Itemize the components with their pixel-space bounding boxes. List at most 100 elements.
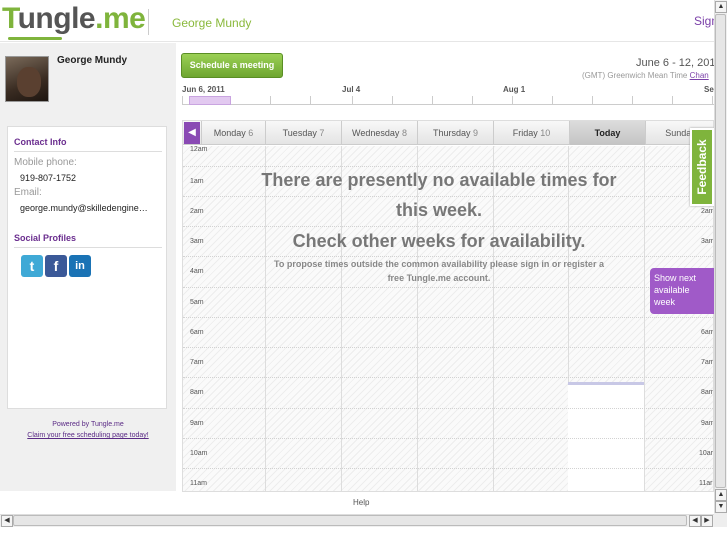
propose-times-message-line2: free Tungle.me account.: [387, 273, 491, 283]
profile-sidebar: George Mundy Contact Info Mobile phone: …: [0, 43, 176, 491]
powered-by-text[interactable]: Powered by Tungle.me: [0, 421, 176, 428]
scroll-up-button[interactable]: ▲: [715, 1, 727, 13]
hour-label: 9am: [190, 420, 204, 427]
hour-label-right: 8am: [701, 389, 714, 396]
timezone: (GMT) Greenwich Mean Time Chan: [582, 71, 709, 80]
day-header-friday: Friday 10: [493, 121, 569, 145]
day-number: 6: [248, 128, 254, 138]
timeline-tick: [632, 96, 633, 105]
day-name: Monday: [213, 128, 246, 138]
timeline-tick: [512, 96, 513, 105]
timeline-selected-week[interactable]: [189, 96, 231, 105]
logo-suffix: .me: [95, 2, 146, 35]
week-timeline[interactable]: Jun 6, 2011 Jul 4 Aug 1 Se: [182, 84, 714, 108]
timeline-tick: [472, 96, 473, 105]
day-number: 8: [401, 128, 407, 138]
hour-label: 1am: [190, 178, 204, 185]
hour-label-right: 10am: [699, 450, 713, 457]
timezone-change-link[interactable]: Chan: [690, 71, 709, 80]
day-name: Tuesday: [282, 128, 317, 138]
scroll-right-button[interactable]: ▶: [701, 515, 713, 527]
hour-label-right: 7am: [701, 359, 714, 366]
hour-label-right: 3am: [701, 238, 714, 245]
scroll-up-button[interactable]: ▲: [715, 489, 727, 501]
show-next-week-button[interactable]: Show next available week: [650, 268, 714, 314]
day-name: Today: [594, 128, 621, 138]
column-divider: [644, 146, 645, 491]
hour-label: 11am: [190, 480, 207, 487]
hour-line: [183, 226, 713, 227]
timeline-label: Aug 1: [503, 85, 526, 94]
feedback-label: Feedback: [695, 139, 709, 195]
logo-t: T: [2, 2, 18, 35]
day-number: 10: [540, 128, 551, 138]
column-divider: [417, 146, 418, 491]
header: Tungle.me George Mundy Sign: [0, 0, 718, 42]
contact-info-box: Contact Info Mobile phone: 919-807-1752 …: [7, 126, 167, 409]
day-header-wednesday: Wednesday 8: [341, 121, 417, 145]
day-header-today: Today: [569, 121, 645, 145]
day-name: Wednesday: [352, 128, 400, 138]
vertical-scroll-thumb[interactable]: [715, 14, 726, 488]
facebook-icon[interactable]: f: [45, 255, 67, 277]
hour-label: 2am: [190, 208, 204, 215]
timezone-text: (GMT) Greenwich Mean Time: [582, 71, 688, 80]
tungle-logo[interactable]: Tungle.me: [2, 2, 146, 36]
header-user-name: George Mundy: [172, 16, 252, 30]
timeline-label: Jun 6, 2011: [182, 85, 225, 94]
hour-label: 8am: [190, 389, 204, 396]
hour-label: 4am: [190, 268, 204, 275]
hour-line: [183, 287, 713, 288]
social-profiles-title: Social Profiles: [14, 233, 77, 243]
divider: [14, 151, 162, 152]
timeline-tick: [592, 96, 593, 105]
claim-page-link[interactable]: Claim your free scheduling page today!: [0, 432, 176, 439]
linkedin-icon[interactable]: in: [69, 255, 91, 277]
timeline-label: Se: [704, 85, 714, 94]
twitter-icon[interactable]: t: [21, 255, 43, 277]
scroll-left-button[interactable]: ◀: [689, 515, 701, 527]
hour-label: 10am: [190, 450, 208, 457]
week-calendar: ◀ Monday 6 Tuesday 7 Wednesday 8 Thursda…: [182, 120, 714, 492]
hour-label-right: 11ar: [699, 480, 713, 487]
day-header-tuesday: Tuesday 7: [265, 121, 341, 145]
propose-times-message: To propose times outside the common avai…: [274, 259, 604, 269]
email-label: Email:: [14, 187, 42, 198]
hour-line: [183, 347, 713, 348]
avatar-face: [17, 67, 41, 97]
profile-name: George Mundy: [57, 55, 128, 66]
previous-week-button[interactable]: ◀: [184, 122, 200, 144]
timeline-tick: [552, 96, 553, 105]
help-link[interactable]: Help: [353, 498, 369, 507]
calendar-day-header: ◀ Monday 6 Tuesday 7 Wednesday 8 Thursda…: [183, 121, 713, 145]
scroll-down-button[interactable]: ▼: [715, 501, 727, 513]
day-name: Friday: [512, 128, 538, 138]
day-number: 7: [319, 128, 325, 138]
hour-label: 7am: [190, 359, 204, 366]
hour-label: 3am: [190, 238, 204, 245]
scroll-left-button[interactable]: ◀: [1, 515, 13, 527]
mobile-value: 919-807-1752: [20, 173, 77, 183]
horizontal-scroll-thumb[interactable]: [13, 515, 687, 526]
scrollbar-corner: [714, 513, 727, 527]
hour-label: 5am: [190, 299, 204, 306]
schedule-meeting-button[interactable]: Schedule a meeting: [181, 53, 283, 78]
bottom-strip: [0, 527, 727, 545]
email-value[interactable]: george.mundy@skilledengine…: [20, 203, 162, 213]
timeline-tick: [392, 96, 393, 105]
logo-mid: ungle: [17, 2, 96, 35]
no-availability-message: There are presently no available times f…: [261, 170, 617, 190]
timeline-tick: [270, 96, 271, 105]
current-time-line: [568, 382, 644, 385]
timeline-label: Jul 4: [342, 85, 361, 94]
timeline-tick: [352, 96, 353, 105]
hour-line: [183, 408, 713, 409]
timeline-tick: [182, 96, 183, 105]
hour-line: [183, 377, 713, 378]
mobile-label: Mobile phone:: [14, 157, 77, 168]
feedback-tab[interactable]: Feedback: [690, 128, 714, 206]
divider: [14, 247, 162, 248]
hour-label-right: 9am: [701, 420, 714, 427]
contact-info-title: Contact Info: [14, 137, 67, 147]
hour-label-right: 6am: [701, 329, 714, 336]
